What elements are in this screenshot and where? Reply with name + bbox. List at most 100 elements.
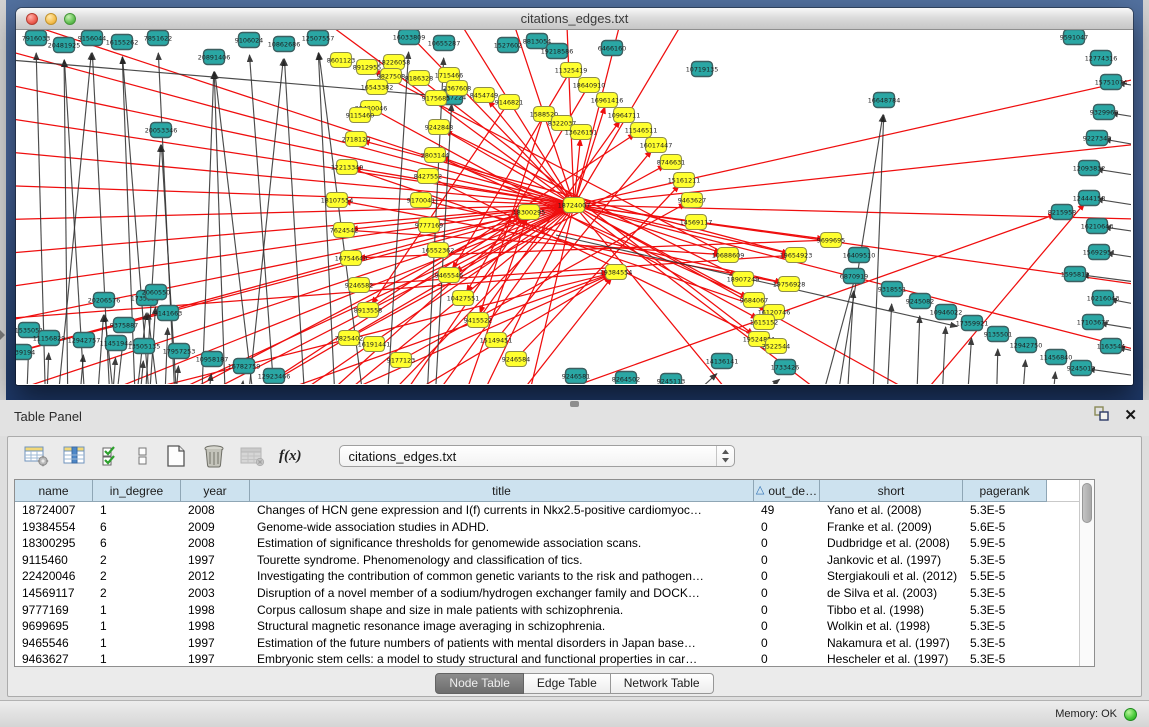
graph-node[interactable]: 12507557: [302, 31, 335, 46]
cell-pagerank[interactable]: 5.3E-5: [963, 602, 1047, 619]
cell-year[interactable]: 2012: [181, 568, 250, 585]
graph-node[interactable]: 9177123: [387, 353, 415, 368]
cell-title[interactable]: Estimation of the future numbers of pati…: [250, 635, 754, 652]
graph-node[interactable]: 1615152: [750, 315, 778, 330]
cell-out_de[interactable]: 0: [754, 585, 820, 602]
cell-name[interactable]: 22420046: [15, 568, 93, 585]
panel-collapse-grip[interactable]: [0, 330, 5, 340]
graph-node[interactable]: 9246584: [502, 352, 530, 367]
cell-short[interactable]: Dudbridge et al. (2008): [820, 535, 963, 552]
graph-node[interactable]: 9146821: [495, 95, 523, 110]
cell-year[interactable]: 1997: [181, 552, 250, 569]
graph-edge[interactable]: [246, 59, 283, 384]
cell-out_de[interactable]: 0: [754, 568, 820, 585]
cell-short[interactable]: Nakamura et al. (1997): [820, 635, 963, 652]
graph-node[interactable]: 9375887: [110, 318, 138, 333]
graph-node[interactable]: 9245012: [1067, 361, 1095, 376]
graph-node[interactable]: 9175685: [422, 91, 450, 106]
graph-edge[interactable]: [215, 72, 256, 384]
graph-node[interactable]: 10862686: [268, 37, 301, 52]
graph-node[interactable]: 9115460: [346, 108, 374, 123]
graph-node[interactable]: 20891406: [198, 50, 231, 65]
cell-name[interactable]: 9777169: [15, 602, 93, 619]
column-header-pagerank[interactable]: pagerank: [963, 480, 1047, 502]
graph-node[interactable]: 12942757: [68, 333, 101, 348]
graph-node[interactable]: 14136141: [706, 354, 739, 369]
table-row[interactable]: 1938455462009Genome-wide association stu…: [15, 519, 1079, 536]
table-row[interactable]: 2242004622012Investigating the contribut…: [15, 568, 1079, 585]
graph-edge[interactable]: [886, 304, 892, 384]
graph-node[interactable]: 16155262: [106, 35, 139, 50]
close-panel-icon[interactable]: ✕: [1124, 408, 1137, 424]
graph-node[interactable]: 12923466: [258, 369, 291, 384]
cell-in_degree[interactable]: 1: [93, 651, 181, 666]
table-options-button[interactable]: [20, 445, 54, 467]
graph-node[interactable]: 9777169: [415, 218, 443, 233]
graph-node[interactable]: 15161211: [668, 173, 701, 188]
graph-node[interactable]: 1527602: [494, 38, 522, 53]
graph-node[interactable]: 8186328: [405, 71, 433, 86]
graph-node[interactable]: 9318551: [878, 282, 906, 297]
table-row[interactable]: 977716911998Corpus callosum shape and si…: [15, 602, 1079, 619]
cell-year[interactable]: 1997: [181, 635, 250, 652]
graph-node[interactable]: 9246581: [562, 369, 590, 384]
network-window[interactable]: citations_edges.txt 79160332048192591560…: [16, 8, 1133, 385]
tab-edge-table[interactable]: Edge Table: [524, 673, 611, 694]
cell-pagerank[interactable]: 5.3E-5: [963, 635, 1047, 652]
cell-out_de[interactable]: 0: [754, 651, 820, 666]
graph-node[interactable]: 11456840: [1040, 350, 1073, 365]
graph-node[interactable]: 8264502: [612, 372, 640, 385]
cell-out_de[interactable]: 0: [754, 635, 820, 652]
cell-title[interactable]: Structural magnetic resonance image aver…: [250, 618, 754, 635]
graph-edge[interactable]: [941, 327, 946, 384]
cell-in_degree[interactable]: 2: [93, 552, 181, 569]
graph-edge[interactable]: [996, 349, 998, 384]
graph-node[interactable]: 20206576: [88, 293, 121, 308]
graph-node[interactable]: 14569117: [680, 215, 713, 230]
cell-title[interactable]: Estimation of significance thresholds fo…: [250, 535, 754, 552]
graph-node[interactable]: 10964711: [608, 108, 641, 123]
cell-title[interactable]: Changes of HCN gene expression and I(f) …: [250, 502, 754, 519]
graph-node[interactable]: 15692951: [1083, 245, 1116, 260]
cell-short[interactable]: Franke et al. (2009): [820, 519, 963, 536]
tab-network-table[interactable]: Network Table: [611, 673, 714, 694]
table-scrollbar[interactable]: [1079, 480, 1094, 666]
graph-node[interactable]: 20053346: [145, 123, 178, 138]
network-window-titlebar[interactable]: citations_edges.txt: [16, 8, 1133, 30]
graph-node[interactable]: 17103677: [1077, 315, 1110, 330]
graph-node[interactable]: 9684067: [740, 293, 768, 308]
graph-node[interactable]: 16648784: [868, 93, 901, 108]
cell-short[interactable]: Jankovic et al. (1997): [820, 552, 963, 569]
column-visibility-button[interactable]: [59, 445, 91, 467]
graph-node[interactable]: 16782759: [228, 359, 261, 374]
table-row[interactable]: 946362711997Embryonic stem cells: a mode…: [15, 651, 1079, 666]
graph-node[interactable]: 9463627: [678, 193, 706, 208]
cell-out_de[interactable]: 0: [754, 519, 820, 536]
cell-year[interactable]: 1997: [181, 651, 250, 666]
graph-edge[interactable]: [386, 52, 409, 384]
graph-edge[interactable]: [123, 57, 151, 384]
graph-node[interactable]: 7851622: [144, 31, 172, 46]
cell-pagerank[interactable]: 5.3E-5: [963, 552, 1047, 569]
graph-node[interactable]: 8215958: [1048, 205, 1076, 220]
cell-title[interactable]: Investigating the contribution of common…: [250, 568, 754, 585]
graph-node[interactable]: 18226058: [378, 55, 411, 70]
graph-node[interactable]: 10719135: [686, 62, 719, 77]
graph-node[interactable]: 9465546: [435, 268, 463, 283]
column-header-short[interactable]: short: [820, 480, 963, 502]
window-close-button[interactable]: [26, 13, 38, 25]
graph-node[interactable]: 2522544: [762, 339, 790, 354]
table-row[interactable]: 911546021997Tourette syndrome. Phenomeno…: [15, 552, 1079, 569]
graph-node[interactable]: 9415522: [464, 313, 492, 328]
cell-year[interactable]: 1998: [181, 618, 250, 635]
graph-node[interactable]: 9170041: [407, 193, 435, 208]
graph-edge[interactable]: [216, 275, 610, 384]
graph-edge[interactable]: [728, 379, 780, 384]
graph-node[interactable]: 1733426: [771, 360, 799, 375]
delete-column-button[interactable]: [197, 444, 231, 468]
cell-title[interactable]: Genome-wide association studies in ADHD.: [250, 519, 754, 536]
cell-short[interactable]: Wolkin et al. (1998): [820, 618, 963, 635]
graph-node[interactable]: 8601123: [327, 53, 355, 68]
cell-in_degree[interactable]: 6: [93, 519, 181, 536]
row-height-button[interactable]: [131, 445, 155, 467]
